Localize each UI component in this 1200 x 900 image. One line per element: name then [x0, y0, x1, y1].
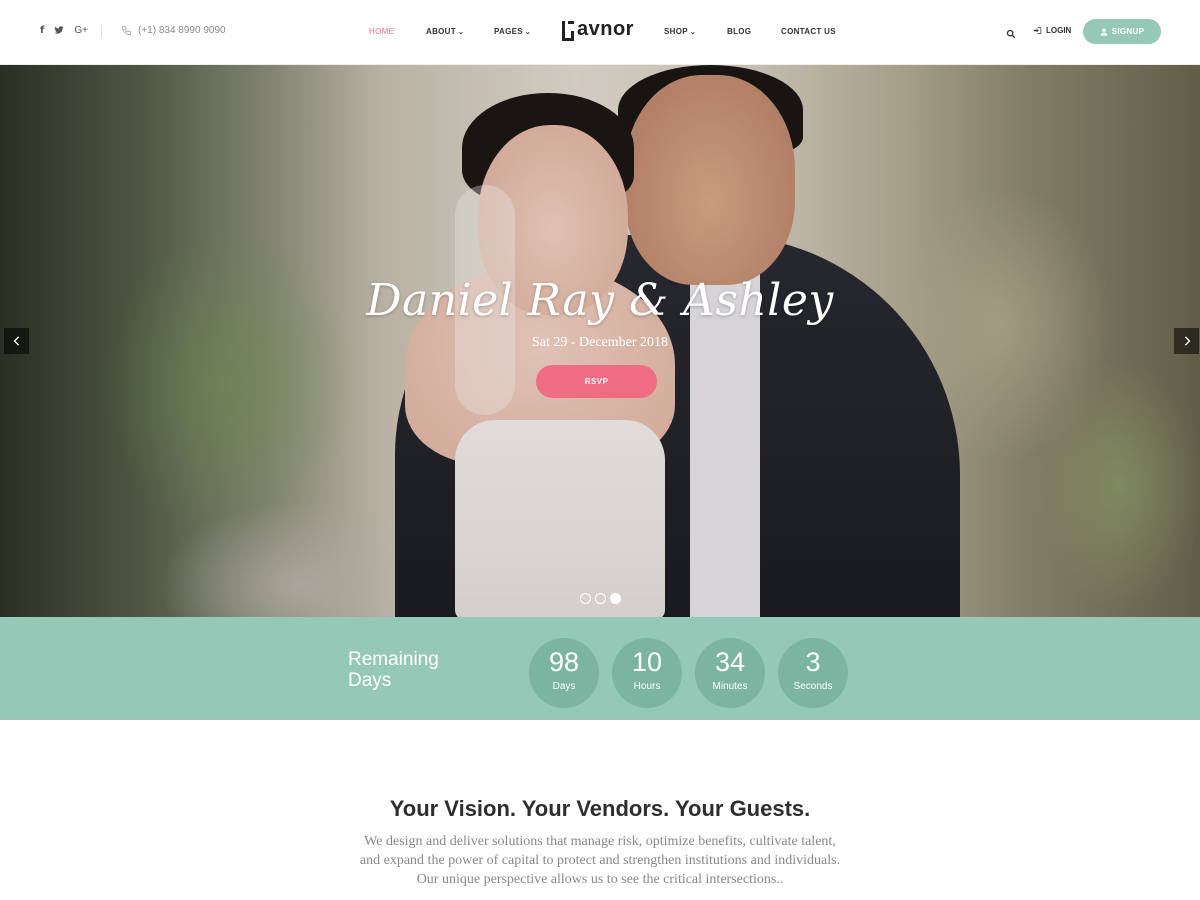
countdown-value: 10 — [631, 647, 663, 677]
nav-about[interactable]: ABOUT ⌄ — [426, 27, 464, 36]
slider-dot-2[interactable] — [595, 593, 606, 604]
logo-text: avnor — [577, 18, 634, 40]
hero-slider: Daniel Ray & Ashley Sat 29 - December 20… — [0, 65, 1200, 617]
logo-mark — [562, 21, 576, 41]
site-header: f G+ (+1) 834 8990 9090 HOME ABOUT ⌄ PAGE… — [0, 0, 1200, 65]
countdown-section: Remaining Days 98 Days 10 Hours 34 Minut… — [0, 617, 1200, 720]
intro-text: We design and deliver solutions that man… — [359, 834, 841, 887]
hero-title: Daniel Ray & Ashley — [366, 275, 834, 326]
countdown-label: Hours — [633, 681, 661, 692]
countdown-value: 3 — [805, 647, 821, 677]
signup-button[interactable]: SIGNUP — [1083, 19, 1161, 44]
nav-shop[interactable]: SHOP ⌄ — [664, 27, 696, 36]
chevron-down-icon: ⌄ — [457, 29, 465, 36]
nav-home[interactable]: HOME — [369, 27, 394, 36]
nav-contact[interactable]: CONTACT US — [781, 27, 836, 36]
login-icon — [1033, 27, 1042, 34]
countdown-label: Seconds — [793, 681, 833, 692]
header-divider — [101, 24, 102, 38]
countdown-hours: 10 Hours — [612, 638, 682, 708]
hero-date: Sat 29 - December 2018 — [531, 335, 669, 350]
intro-title: Your Vision. Your Vendors. Your Guests. — [389, 796, 811, 821]
login-label: LOGIN — [1046, 26, 1072, 35]
countdown-days: 98 Days — [529, 638, 599, 708]
countdown-seconds: 3 Seconds — [778, 638, 848, 708]
chevron-down-icon: ⌄ — [689, 29, 697, 36]
chevron-left-icon — [13, 336, 19, 346]
slider-pagination — [580, 593, 621, 604]
countdown-label: Minutes — [712, 681, 748, 692]
phone-number: (+1) 834 8990 9090 — [138, 25, 226, 36]
rsvp-button[interactable]: RSVP — [536, 365, 657, 398]
chevron-right-icon — [1184, 336, 1190, 346]
slider-dot-1[interactable] — [580, 593, 591, 604]
site-logo[interactable]: avnor — [562, 18, 634, 41]
nav-pages[interactable]: PAGES ⌄ — [494, 27, 531, 36]
social-links: f G+ — [40, 25, 88, 36]
rsvp-label: RSVP — [584, 377, 609, 386]
countdown-value: 98 — [548, 647, 580, 677]
slider-prev-button[interactable] — [4, 328, 29, 354]
countdown-minutes: 34 Minutes — [695, 638, 765, 708]
slider-dot-3[interactable] — [610, 593, 621, 604]
countdown-value: 34 — [714, 647, 746, 677]
slider-next-button[interactable] — [1174, 328, 1199, 354]
signup-label: SIGNUP — [1111, 27, 1145, 36]
twitter-icon[interactable] — [54, 25, 64, 36]
phone-contact: (+1) 834 8990 9090 — [121, 25, 226, 36]
phone-icon — [121, 25, 132, 36]
login-button[interactable]: LOGIN — [1033, 26, 1071, 35]
google-plus-icon[interactable]: G+ — [74, 25, 88, 36]
countdown-label: Days — [552, 681, 576, 692]
search-icon[interactable] — [1006, 26, 1016, 44]
countdown-heading-line1: Remaining — [348, 649, 439, 670]
countdown-heading: Remaining Days — [348, 649, 439, 691]
nav-blog[interactable]: BLOG — [727, 27, 751, 36]
user-icon — [1100, 28, 1108, 36]
countdown-heading-line2: Days — [348, 670, 392, 691]
facebook-icon[interactable]: f — [40, 25, 44, 36]
chevron-down-icon: ⌄ — [524, 29, 532, 36]
